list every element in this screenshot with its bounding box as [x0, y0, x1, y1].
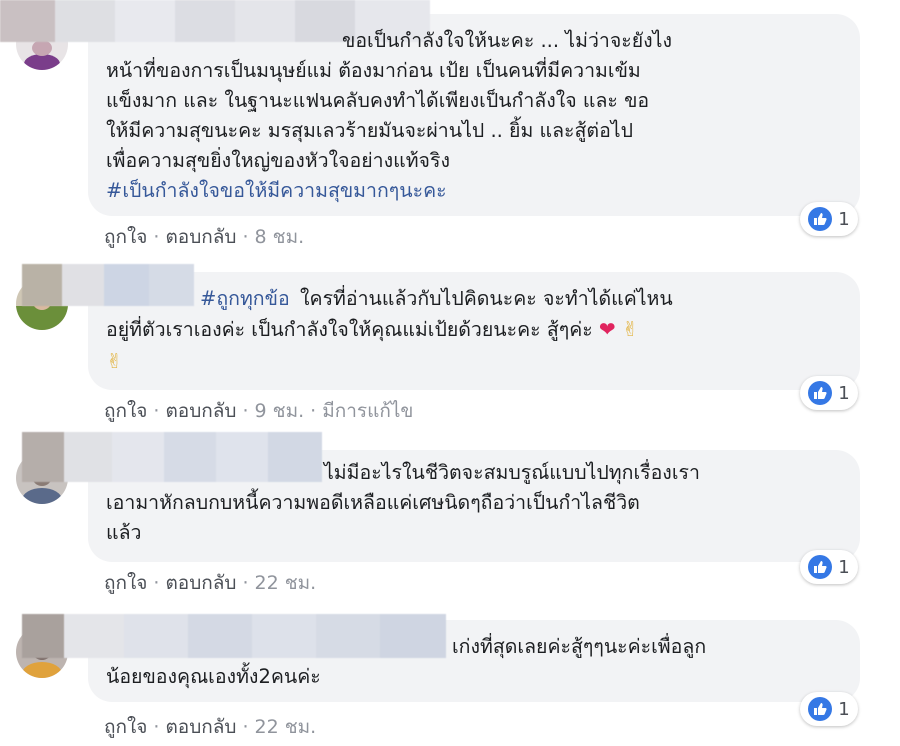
hashtag-link[interactable]: #ถูกทุกข้อ	[200, 284, 290, 314]
timestamp[interactable]: 22 ชม.	[255, 716, 317, 738]
comment-text-line: เก่งที่สุดเลยค่ะสู้ๆๆนะค่ะเพื่อลูก	[452, 635, 707, 658]
comment-text-line: ให้มีความสุขนะคะ มรสุมเลวร้ายมันจะผ่านไป…	[106, 119, 633, 142]
reaction-count: 1	[838, 556, 850, 578]
comment-bubble: #ถูกทุกข้อ ใครที่อ่านแล้วกับไปคิดนะคะ จะ…	[22, 264, 860, 390]
separator: ·	[153, 716, 160, 738]
comment-actions: ถูกใจ · ตอบกลับ · 8 ชม.	[104, 222, 304, 252]
comment-actions: ถูกใจ · ตอบกลับ · 22 ชม.	[104, 568, 316, 598]
comment-actions: ถูกใจ · ตอบกลับ · 22 ชม.	[104, 712, 316, 742]
comment-text-line: แข็งมาก และ ในฐานะแฟนคลับคงทำได้เพียงเป็…	[106, 89, 650, 112]
reply-link[interactable]: ตอบกลับ	[165, 572, 236, 594]
comment-actions: ถูกใจ · ตอบกลับ · 9 ชม. · มีการแก้ไข	[104, 396, 413, 426]
comment-bubble: ไม่มีอะไรในชีวิตจะสมบรูณ์แบบไปทุกเรื่องเ…	[22, 432, 860, 562]
separator: ·	[242, 226, 249, 248]
timestamp[interactable]: 9 ชม.	[255, 400, 305, 422]
heart-icon: ❤	[598, 317, 616, 341]
comment-bubble: ขอเป็นกำลังใจให้นะคะ ... ไม่ว่าจะยังไง ห…	[0, 0, 860, 216]
timestamp[interactable]: 22 ชม.	[255, 572, 317, 594]
like-link[interactable]: ถูกใจ	[104, 226, 147, 248]
like-link[interactable]: ถูกใจ	[104, 716, 147, 738]
comment-text-line: น้อยของคุณเองทั้ง2คนค่ะ	[106, 665, 321, 688]
comment-text-line: อยู่ที่ตัวเราเองค่ะ เป็นกำลังใจให้คุณแม่…	[106, 318, 593, 341]
separator: ·	[242, 716, 249, 738]
victory-hand-icon: ✌	[621, 317, 639, 341]
thumbs-up-icon	[808, 697, 833, 721]
like-link[interactable]: ถูกใจ	[104, 400, 147, 422]
comment-text-line: ขอเป็นกำลังใจให้นะคะ ... ไม่ว่าจะยังไง	[342, 29, 673, 52]
comment-text-line: หน้าที่ของการเป็นมนุษย์แม่ ต้องมาก่อน เป…	[106, 59, 641, 82]
reaction-count-badge[interactable]: 1	[800, 376, 858, 410]
author-name-blurred[interactable]	[22, 264, 194, 306]
separator: ·	[153, 226, 160, 248]
separator: ·	[153, 572, 160, 594]
reply-link[interactable]: ตอบกลับ	[165, 226, 236, 248]
thumbs-up-icon	[808, 207, 833, 231]
author-name-blurred[interactable]	[22, 432, 322, 482]
author-name-blurred[interactable]	[22, 614, 446, 658]
comment-text-line: ไม่มีอะไรในชีวิตจะสมบรูณ์แบบไปทุกเรื่องเ…	[324, 461, 700, 484]
timestamp[interactable]: 8 ชม.	[255, 226, 305, 248]
comment-text-line: เพื่อความสุขยิ่งใหญ่ของหัวใจอย่างแท้จริง	[106, 149, 450, 172]
reaction-count: 1	[838, 208, 850, 230]
separator: ·	[310, 400, 317, 422]
reply-link[interactable]: ตอบกลับ	[165, 400, 236, 422]
reaction-count-badge[interactable]: 1	[800, 202, 858, 236]
reaction-count-badge[interactable]: 1	[800, 550, 858, 584]
thumbs-up-icon	[808, 381, 833, 405]
separator: ·	[242, 400, 249, 422]
comment-text-line: แล้ว	[106, 521, 142, 544]
comment-text-line: ใครที่อ่านแล้วกับไปคิดนะคะ จะทำได้แค่ไหน	[300, 287, 673, 310]
comment-bubble: เก่งที่สุดเลยค่ะสู้ๆๆนะค่ะเพื่อลูก น้อยข…	[22, 614, 860, 702]
comment-text-line: เอามาหักลบกบหนี้ความพอดีเหลือแค่เศษนิดๆถ…	[106, 491, 640, 514]
reaction-count-badge[interactable]: 1	[800, 692, 858, 726]
like-link[interactable]: ถูกใจ	[104, 572, 147, 594]
thumbs-up-icon	[808, 555, 833, 579]
reaction-count: 1	[838, 698, 850, 720]
separator: ·	[153, 400, 160, 422]
separator: ·	[242, 572, 249, 594]
reply-link[interactable]: ตอบกลับ	[165, 716, 236, 738]
reaction-count: 1	[838, 382, 850, 404]
victory-hand-icon: ✌	[106, 349, 123, 373]
hashtag-link[interactable]: #เป็นกำลังใจขอให้มีความสุขมากๆนะคะ	[106, 176, 447, 206]
edited-label[interactable]: มีการแก้ไข	[322, 400, 413, 422]
